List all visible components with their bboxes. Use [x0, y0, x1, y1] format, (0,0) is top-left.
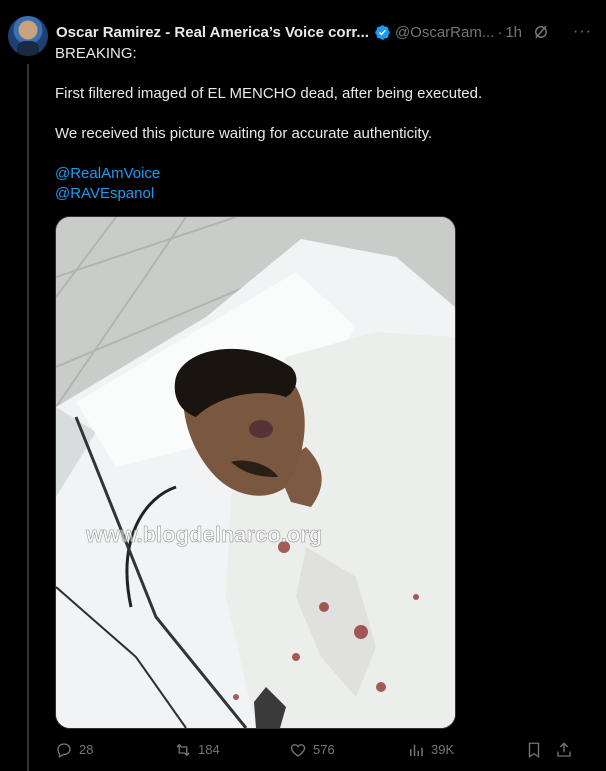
views-icon — [410, 744, 423, 756]
verified-badge-icon[interactable] — [374, 24, 391, 41]
reply-button[interactable]: 28 — [55, 740, 93, 760]
post-line-breaking: BREAKING: — [55, 45, 137, 62]
bookmark-button[interactable] — [525, 740, 549, 760]
grok-icon[interactable] — [532, 23, 550, 41]
author-name[interactable]: Oscar Ramirez - Real America’s Voice cor… — [56, 24, 369, 41]
repost-button[interactable]: 184 — [174, 740, 220, 760]
separator: · — [497, 23, 503, 41]
post-text: BREAKING: First filtered imaged of EL ME… — [55, 44, 595, 204]
repost-icon — [176, 743, 190, 757]
post-line-description: First filtered imaged of EL MENCHO dead,… — [55, 85, 483, 102]
bookmark-icon — [528, 742, 540, 759]
avatar[interactable] — [8, 16, 48, 56]
mention-realamvoice[interactable]: @RealAmVoice — [55, 165, 160, 182]
views-button[interactable]: 39K — [407, 740, 454, 760]
thread-line — [27, 64, 29, 771]
post-time[interactable]: 1h — [505, 24, 522, 41]
reply-icon — [57, 743, 71, 758]
more-options-icon[interactable]: ··· — [573, 23, 596, 41]
repost-count: 184 — [198, 742, 220, 757]
view-count: 39K — [431, 742, 455, 757]
image-watermark: www.blogdelnarco.org — [85, 522, 322, 547]
mention-ravespanol[interactable]: @RAVEspanol — [55, 185, 154, 202]
post-image[interactable]: www.blogdelnarco.org — [55, 216, 456, 729]
author-handle[interactable]: @OscarRam... — [395, 24, 494, 41]
like-button[interactable]: 576 — [289, 740, 335, 760]
heart-icon — [290, 744, 306, 757]
reply-count: 28 — [79, 742, 94, 757]
share-icon — [557, 742, 571, 757]
post-header: Oscar Ramirez - Real America’s Voice cor… — [56, 22, 596, 42]
post-line-note: We received this picture waiting for acc… — [55, 125, 433, 142]
like-count: 576 — [313, 742, 335, 757]
post-actions: 28 184 576 39K — [55, 740, 575, 760]
share-button[interactable] — [555, 740, 579, 760]
